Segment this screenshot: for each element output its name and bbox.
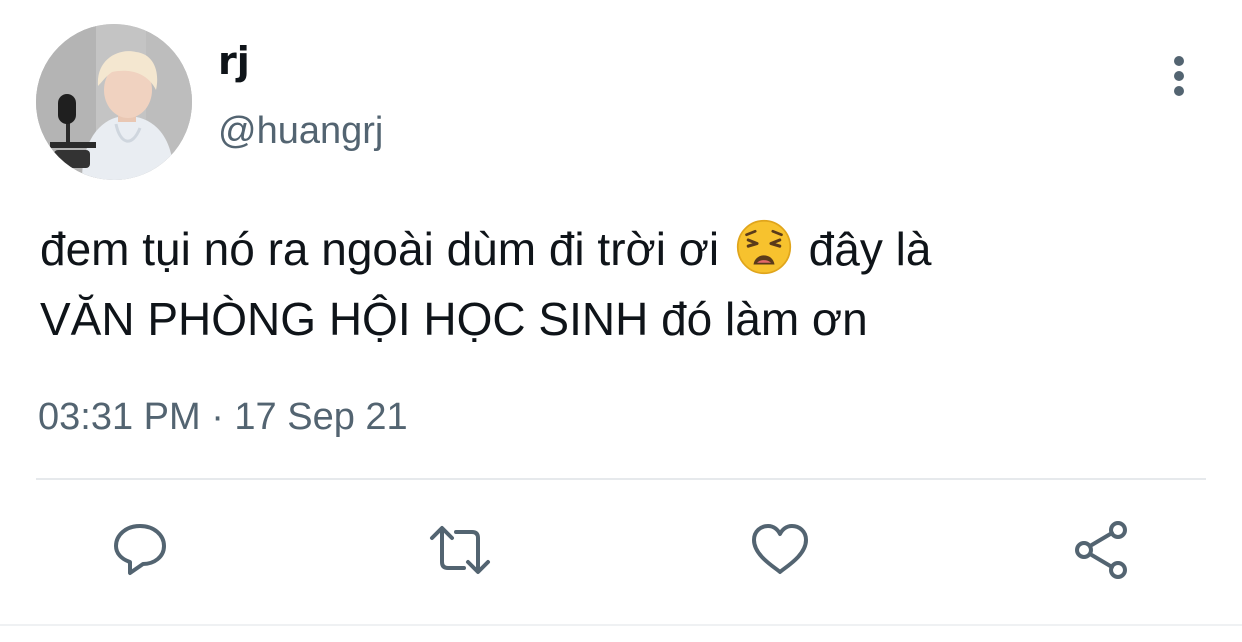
- tweet-text-part-1: đem tụi nó ra ngoài dùm đi trời ơi: [40, 223, 732, 275]
- like-icon: [752, 524, 808, 574]
- user-handle[interactable]: @huangrj: [218, 108, 383, 154]
- share-icon: [1075, 521, 1127, 579]
- tweet-text-part-2: đây là: [795, 223, 932, 275]
- display-name[interactable]: rj: [218, 38, 250, 84]
- share-button[interactable]: [1070, 518, 1134, 582]
- tweet-card: rj @huangrj đem tụi nó ra ngoài dùm đi t…: [0, 0, 1242, 642]
- reply-icon: [114, 524, 166, 575]
- weary-face-emoji-icon: [736, 219, 791, 275]
- avatar[interactable]: [36, 24, 192, 180]
- avatar-image: [36, 24, 192, 180]
- tweet-text-part-3: VĂN PHÒNG HỘI HỌC SINH đó làm ơn: [40, 293, 868, 345]
- tweet-text: đem tụi nó ra ngoài dùm đi trời ơi đây l…: [40, 214, 1190, 354]
- more-options-icon[interactable]: [1160, 54, 1200, 98]
- bottom-divider: [0, 624, 1242, 626]
- retweet-icon: [430, 526, 490, 574]
- reply-button[interactable]: [108, 518, 172, 582]
- like-button[interactable]: [748, 518, 812, 582]
- tweet-timestamp[interactable]: 03:31 PM · 17 Sep 21: [38, 394, 408, 440]
- retweet-button[interactable]: [428, 518, 492, 582]
- divider: [36, 478, 1206, 480]
